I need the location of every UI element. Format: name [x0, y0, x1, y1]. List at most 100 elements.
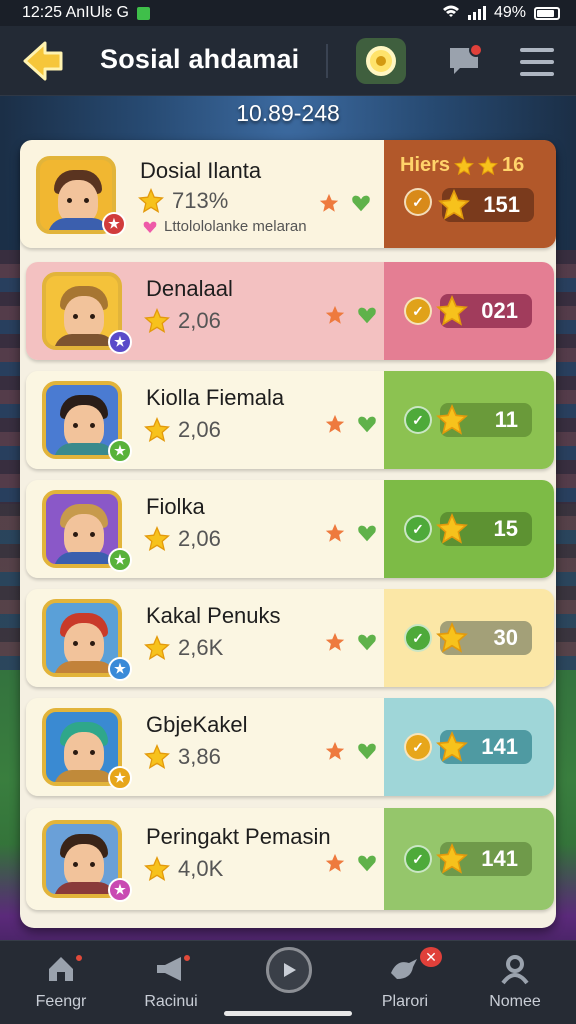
app-header: Sosial ahdamai: [0, 26, 576, 96]
star-icon: [436, 512, 468, 545]
score-pill: 15: [436, 512, 532, 546]
nav-item-explore[interactable]: ✕ Plarori: [350, 947, 460, 1011]
page-title: Sosial ahdamai: [100, 44, 300, 74]
leaderboard-row[interactable]: ★ Fiolka 2,06 ✓ 15: [26, 480, 554, 578]
chat-button[interactable]: [446, 42, 486, 80]
player-name: Peringakt Pemasin: [146, 824, 331, 849]
nav-label-explore: Plarori: [381, 993, 429, 1010]
nav-item-home[interactable]: Feengr: [6, 951, 116, 1011]
player-name: Denalaal: [146, 276, 233, 301]
like-heart-icon[interactable]: [356, 522, 378, 544]
star-icon: [436, 403, 468, 436]
battery-percent: 49%: [493, 4, 526, 21]
rank-badge-icon: ★: [108, 330, 132, 354]
player-stat-value: 2,6K: [178, 635, 224, 660]
score-cell: ✓ 15: [384, 480, 554, 578]
star-icon: [478, 155, 498, 176]
score-pill: 141: [436, 842, 532, 876]
star-icon: [144, 634, 170, 661]
nav-label-home: Feengr: [35, 993, 87, 1010]
player-stat-value: 2,06: [178, 417, 221, 442]
score-value: 141: [481, 734, 518, 759]
play-icon: [284, 963, 296, 977]
star-icon: [438, 188, 470, 221]
score-value: 11: [494, 407, 518, 432]
favorite-star-icon[interactable]: [324, 413, 346, 435]
status-time: 12:25 AnIUlɛ G: [22, 4, 129, 21]
leaderboard-row[interactable]: ★ Kiolla Fiemala 2,06 ✓ 11: [26, 371, 554, 469]
leaderboard-row[interactable]: ★ Denalaal 2,06 ✓ 021: [26, 262, 554, 360]
status-round-icon: ✓: [404, 297, 432, 325]
leaderboard-row[interactable]: ★ Peringakt Pemasin 4,0K ✓ 141: [26, 808, 554, 910]
ranking-header-label: Hiers: [400, 154, 451, 176]
status-round-icon: ✓: [404, 624, 432, 652]
status-round-icon: ✓: [404, 406, 432, 434]
back-button[interactable]: [20, 38, 66, 84]
nav-item-announcements[interactable]: Racinui: [116, 951, 226, 1011]
score-value: 30: [493, 625, 518, 650]
play-button[interactable]: [266, 947, 312, 993]
score-pill: 151: [438, 188, 534, 222]
player-subtitle-text: Lttolololanke melaran: [164, 218, 307, 235]
status-round-icon: ✓: [404, 733, 432, 761]
player-stat: 713%: [138, 187, 229, 214]
player-stat: 2,06: [144, 307, 221, 334]
score-value: 151: [483, 192, 520, 217]
nav-item-profile[interactable]: Nomee: [460, 951, 570, 1011]
star-icon: [144, 416, 170, 443]
player-name: Dosial Ilanta: [140, 158, 262, 183]
coin-button[interactable]: [356, 38, 406, 84]
player-stat-value: 713%: [172, 188, 229, 213]
home-indicator: [224, 1011, 352, 1016]
rank-badge-icon: ★: [108, 657, 132, 681]
like-heart-icon[interactable]: [356, 852, 378, 874]
star-icon: [144, 743, 170, 770]
player-name: Fiolka: [146, 494, 205, 519]
leaderboard-row[interactable]: ★ Kakal Penuks 2,6K ✓ 30: [26, 589, 554, 687]
favorite-star-icon[interactable]: [324, 304, 346, 326]
player-stat: 3,86: [144, 743, 221, 770]
like-heart-icon[interactable]: [356, 304, 378, 326]
signal-icon: [467, 6, 486, 20]
like-heart-icon[interactable]: [350, 192, 372, 214]
player-stat-value: 2,06: [178, 308, 221, 333]
leaderboard-row[interactable]: ★ GbjeKakel 3,86 ✓ 141: [26, 698, 554, 796]
star-icon: [454, 155, 474, 176]
bottom-navigation: Feengr Racinui ✕ Plarori Nomee: [0, 940, 576, 1024]
player-name: GbjeKakel: [146, 712, 248, 737]
like-heart-icon[interactable]: [356, 631, 378, 653]
player-subtitle: Lttolololanke melaran: [142, 218, 307, 235]
favorite-star-icon[interactable]: [324, 852, 346, 874]
home-icon: [49, 957, 73, 981]
nav-label-profile: Nomee: [489, 993, 541, 1010]
back-arrow-icon: [23, 41, 63, 81]
leaderboard-row[interactable]: ★ Dosial Ilanta 713% Lttolololanke melar…: [20, 140, 556, 248]
favorite-star-icon[interactable]: [324, 631, 346, 653]
favorite-star-icon[interactable]: [324, 740, 346, 762]
favorite-star-icon[interactable]: [318, 192, 340, 214]
favorite-star-icon[interactable]: [324, 522, 346, 544]
nav-label-announcements: Racinui: [144, 993, 198, 1010]
player-stat: 4,0K: [144, 855, 224, 882]
menu-button[interactable]: [520, 48, 554, 76]
rank-badge-icon: ★: [108, 766, 132, 790]
score-cell: ✓ 11: [384, 371, 554, 469]
player-stat-value: 4,0K: [178, 856, 224, 881]
score-value: 15: [493, 516, 518, 541]
player-stat: 2,06: [144, 416, 221, 443]
rank-badge-icon: ★: [108, 548, 132, 572]
score-cell: ✓ 141: [384, 808, 554, 910]
like-heart-icon[interactable]: [356, 740, 378, 762]
score-cell: Hiers 16 ✓ 151: [384, 140, 556, 248]
chat-icon: [450, 43, 483, 74]
status-round-icon: ✓: [404, 845, 432, 873]
close-icon: ✕: [420, 947, 442, 967]
star-icon: [138, 187, 164, 214]
player-stat: 2,06: [144, 525, 221, 552]
profile-icon: [501, 955, 529, 985]
battery-icon: [534, 6, 560, 20]
like-heart-icon[interactable]: [356, 413, 378, 435]
player-name: Kiolla Fiemala: [146, 385, 285, 410]
coin-icon: [366, 46, 396, 76]
score-value: 021: [481, 298, 518, 323]
